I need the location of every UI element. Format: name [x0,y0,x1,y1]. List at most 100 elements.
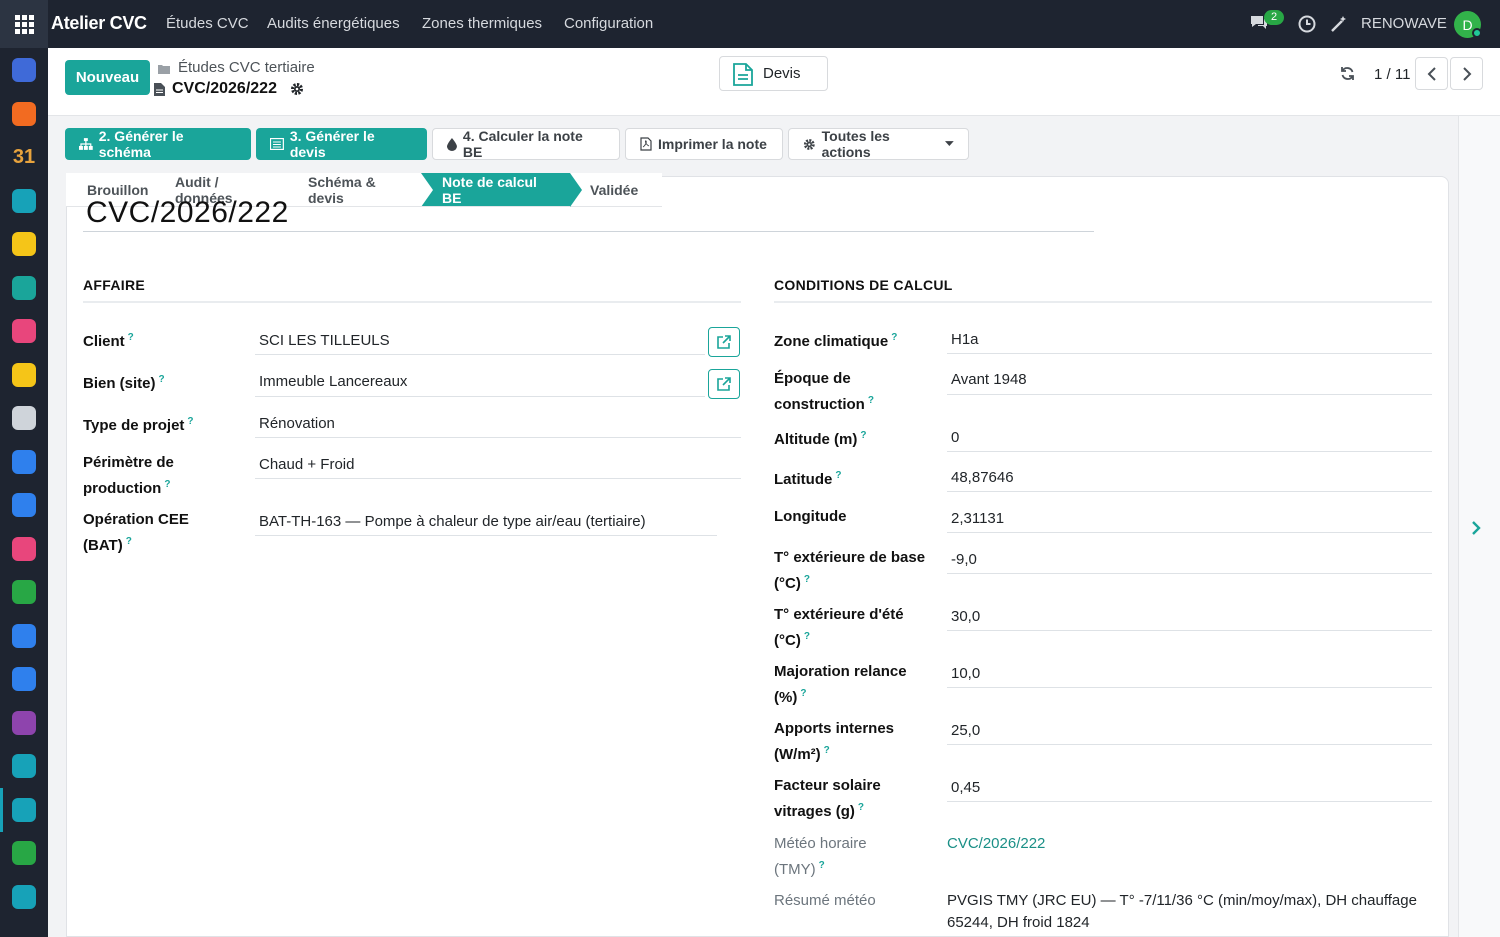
label-perimetre-production: Périmètre de production? [83,454,174,497]
type-projet-field[interactable]: Rénovation [259,413,335,435]
open-client-button[interactable] [708,327,740,357]
field-underline [947,744,1432,745]
caret-down-icon [945,141,954,146]
disc-icon[interactable] [12,362,36,387]
discuss-icon[interactable] [12,58,36,82]
inventory-icon[interactable] [12,580,36,604]
chevron-right-icon [1462,66,1471,81]
square-app-icon[interactable] [12,667,36,691]
disc-icon[interactable] [12,232,36,256]
field-underline [255,535,717,536]
t-ext-base-field[interactable]: -9,0 [951,549,977,571]
altitude-field[interactable]: 0 [951,427,959,449]
compute-note-button[interactable]: 4. Calculer la note BE [432,128,620,160]
square-app-icon[interactable] [12,449,36,474]
breadcrumb-parent[interactable]: Études CVC tertiaire [178,59,315,76]
zone-climatique-field[interactable]: H1a [951,329,979,351]
calendar-31-icon[interactable]: 31 [12,145,36,169]
apports-internes-field[interactable]: 25,0 [951,720,980,742]
longitude-field[interactable]: 2,31131 [951,508,1004,530]
pager-value[interactable]: 1 / 11 [1374,66,1410,83]
perimetre-production-field[interactable]: Chaud + Froid [259,454,354,476]
company-switcher[interactable]: RENOWAVE [1361,15,1447,32]
dashboard-icon[interactable] [12,536,36,561]
gear-icon[interactable] [290,82,304,101]
t-ext-ete-field[interactable]: 30,0 [951,606,980,628]
document-icon [154,83,165,101]
open-site-button[interactable] [708,369,740,399]
presence-indicator [1472,28,1482,38]
calendar-icon[interactable] [12,493,36,517]
refresh-icon[interactable] [1340,66,1355,86]
pdf-icon [640,137,652,151]
bien-site-field[interactable]: Immeuble Lancereaux [259,371,407,393]
active-app-indicator [0,787,3,832]
menu-zones-thermiques[interactable]: Zones thermiques [422,15,542,32]
crm-icon[interactable] [12,319,36,343]
generate-schema-button[interactable]: 2. Générer le schéma [65,128,251,160]
operation-cee-field[interactable]: BAT-TH-163 — Pompe à chaleur de type air… [259,511,646,533]
app-switcher-button[interactable] [0,0,48,48]
magic-wand-icon[interactable] [1330,15,1348,38]
record-title[interactable]: CVC/2026/222 [86,196,289,226]
epoque-construction-field[interactable]: Avant 1948 [951,369,1027,391]
label-facteur-solaire: Facteur solaire vitrages (g)? [774,777,881,820]
devis-smart-button[interactable]: Devis [719,56,828,91]
external-link-icon [717,335,731,349]
folder-icon [158,61,170,79]
label-longitude: Longitude [774,508,847,525]
cvc-app-icon[interactable] [12,797,36,822]
spreadsheet-icon[interactable] [12,841,36,865]
meteo-horaire-link[interactable]: CVC/2026/222 [947,833,1045,855]
app-brand[interactable]: Atelier CVC [51,13,147,34]
check-app-icon[interactable] [12,884,36,909]
pager-previous-button[interactable] [1415,57,1448,90]
contacts-icon[interactable] [12,275,36,300]
label-meteo-horaire: Météo horaire (TMY)? [774,835,867,878]
stage-validee[interactable]: Validée [570,173,662,207]
drop-icon [447,137,457,151]
field-underline [947,491,1432,492]
label-operation-cee: Opération CEE (BAT)? [83,511,189,554]
chat-bubble-icon[interactable] [12,101,36,126]
clock-icon[interactable] [1298,15,1316,38]
conditions-group-title: CONDITIONS DE CALCUL [774,277,953,293]
statusbar-buttons: 2. Générer le schéma 3. Générer le devis… [48,116,1458,176]
resume-meteo-value: PVGIS TMY (JRC EU) — T° -7/11/36 °C (min… [947,892,1417,931]
field-underline [947,630,1432,631]
stage-schema-devis[interactable]: Schéma & devis [287,173,421,207]
control-panel: Nouveau Études CVC tertiaire CVC/2026/22… [48,48,1500,116]
facteur-solaire-field[interactable]: 0,45 [951,777,980,799]
latitude-field[interactable]: 48,87646 [951,467,1014,489]
majoration-relance-field[interactable]: 10,0 [951,663,980,685]
purple-app-icon[interactable] [12,710,36,735]
building-icon[interactable] [12,406,36,430]
new-record-button[interactable]: Nouveau [65,60,150,95]
affaire-group-title: AFFAIRE [83,277,145,293]
calendar-icon[interactable] [12,623,36,648]
menu-configuration[interactable]: Configuration [564,15,653,32]
menu-audits-energetiques[interactable]: Audits énergétiques [267,15,400,32]
label-type-projet: Type de projet? [83,416,194,434]
client-field[interactable]: SCI LES TILLEULS [259,330,390,352]
field-underline [255,354,705,355]
document-app-icon[interactable] [12,754,36,778]
app-dock: 31 [0,48,48,937]
print-note-label: Imprimer la note [658,136,767,152]
top-navbar: Atelier CVC Études CVC Audits énergétiqu… [0,0,1500,48]
devis-label: Devis [763,65,801,82]
print-note-button[interactable]: Imprimer la note [625,128,783,160]
stage-note-calcul-be[interactable]: Note de calcul BE [421,173,582,207]
pager-next-button[interactable] [1450,57,1483,90]
menu-etudes-cvc[interactable]: Études CVC [166,15,249,32]
label-client: Client? [83,332,134,350]
label-latitude: Latitude? [774,470,842,488]
all-actions-dropdown[interactable]: Toutes les actions [788,128,969,160]
generate-quote-button[interactable]: 3. Générer le devis [256,128,427,160]
label-apports-internes: Apports internes (W/m²)? [774,720,895,763]
label-epoque-construction: Époque de construction? [774,370,874,413]
expand-chatter-icon[interactable] [1471,521,1481,540]
all-actions-label: Toutes les actions [821,128,890,160]
chevron-left-icon [1427,66,1436,81]
sign-icon[interactable] [12,188,36,213]
